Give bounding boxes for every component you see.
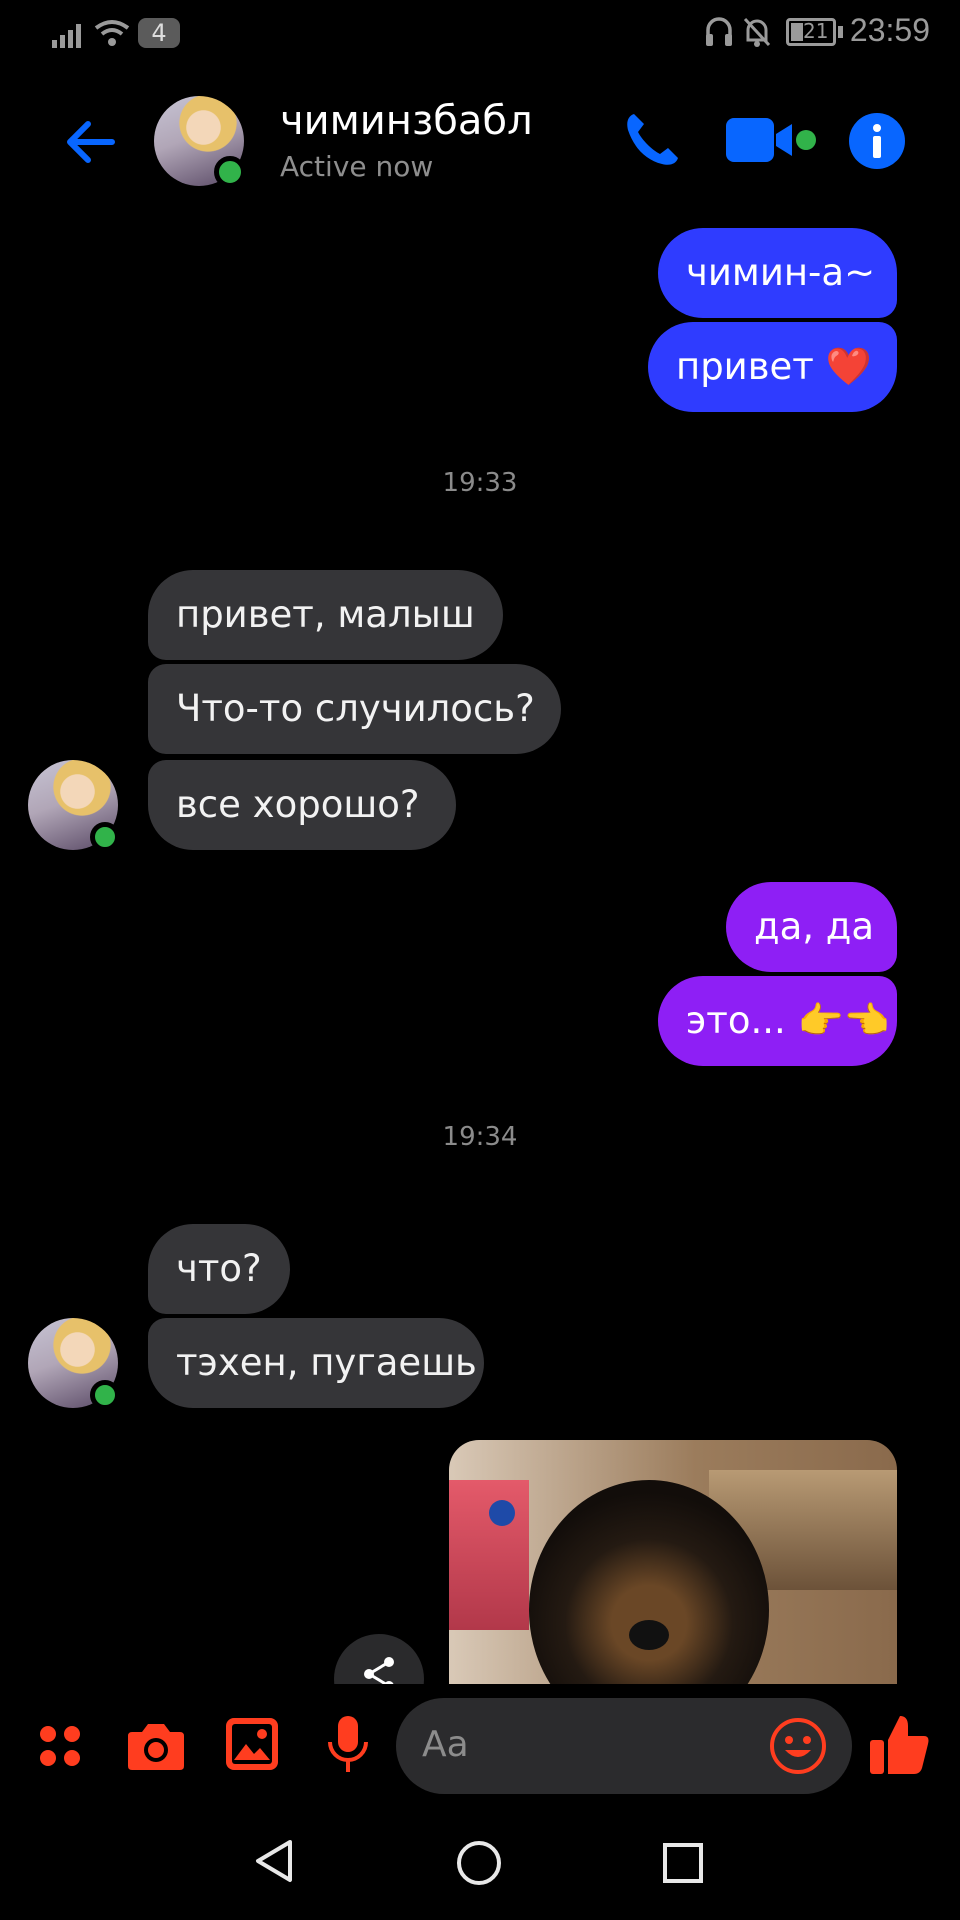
status-bar: 4 21 23:59 <box>0 0 960 64</box>
shared-photo[interactable] <box>449 1440 897 1685</box>
nav-home-icon[interactable] <box>456 1840 502 1886</box>
thumbs-up-icon[interactable] <box>868 1712 932 1776</box>
gallery-icon[interactable] <box>224 1716 280 1772</box>
wifi-icon <box>94 20 130 46</box>
emoji-icon[interactable] <box>768 1716 828 1776</box>
presence-status: Active now <box>280 150 434 183</box>
back-arrow-icon[interactable] <box>60 112 120 172</box>
message-outgoing[interactable]: да, да <box>726 882 897 972</box>
timestamp: 19:34 <box>442 1122 518 1152</box>
phone-icon[interactable] <box>620 108 684 172</box>
mute-bell-icon <box>743 17 771 47</box>
online-indicator <box>90 1380 120 1410</box>
signal-icon <box>52 24 81 48</box>
camera-icon[interactable] <box>126 1718 186 1772</box>
message-incoming[interactable]: все хорошо? <box>148 760 456 850</box>
microphone-icon[interactable] <box>326 1714 370 1776</box>
message-incoming[interactable]: тэхен, пугаешь <box>148 1318 484 1408</box>
message-outgoing[interactable]: это... 👉👈 <box>658 976 897 1066</box>
message-input[interactable]: Aa <box>396 1698 852 1794</box>
message-incoming[interactable]: что? <box>148 1224 290 1314</box>
message-incoming[interactable]: привет, малыш <box>148 570 503 660</box>
video-camera-icon[interactable] <box>724 112 818 172</box>
online-indicator <box>90 822 120 852</box>
contact-name[interactable]: чиминзбабл <box>280 98 533 144</box>
nav-recents-icon[interactable] <box>662 1842 704 1884</box>
info-icon[interactable] <box>848 112 906 170</box>
message-incoming[interactable]: Что-то случилось? <box>148 664 561 754</box>
headphones-icon <box>706 17 732 46</box>
online-indicator <box>214 156 246 188</box>
apps-icon[interactable] <box>36 1722 84 1770</box>
timestamp: 19:33 <box>442 468 518 498</box>
message-input-placeholder: Aa <box>422 1724 469 1765</box>
battery-icon: 21 <box>786 18 836 46</box>
message-outgoing[interactable]: привет ❤️ <box>648 322 897 412</box>
message-outgoing[interactable]: чимин-а~ <box>658 228 897 318</box>
clock: 23:59 <box>849 12 930 48</box>
nav-back-icon[interactable] <box>252 1838 294 1884</box>
sim-badge: 4 <box>138 18 180 48</box>
